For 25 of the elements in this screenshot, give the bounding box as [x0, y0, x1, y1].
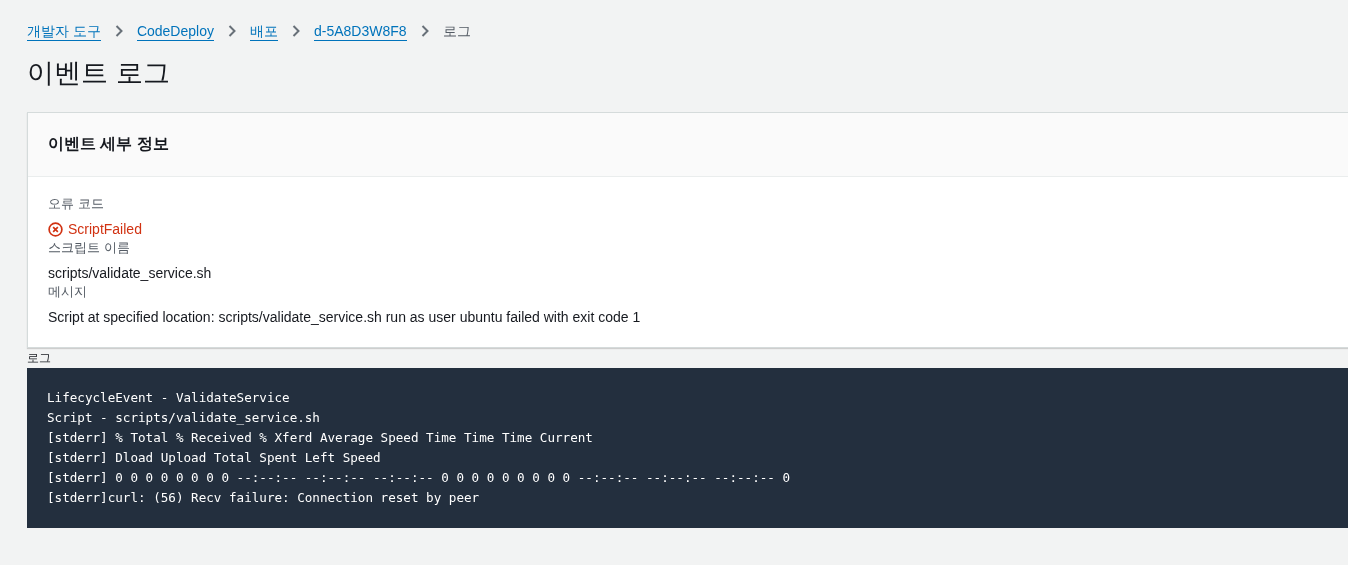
log-line: [stderr] Dload Upload Total Spent Left Speed	[47, 449, 381, 467]
chevron-right-icon	[114, 25, 123, 37]
breadcrumb-link[interactable]: d-5A8D3W8F8	[313, 21, 407, 41]
card-title: 이벤트 세부 정보	[48, 134, 169, 154]
log-label: 로그	[27, 350, 52, 367]
breadcrumb-link[interactable]: 배포	[249, 21, 278, 41]
log-line: Script - scripts/validate_service.sh	[47, 409, 320, 427]
field-label: 오류 코드	[48, 195, 105, 213]
log-line: LifecycleEvent - ValidateService	[47, 389, 290, 407]
log-line: [stderr] 0 0 0 0 0 0 0 0 --:--:-- --:--:-- --:--:-- 0 0 0 0 0 0 0 0 0 --:--:-- --:--:-- --:--:-- 0	[47, 469, 791, 487]
error-code: ScriptFailed	[68, 220, 142, 239]
breadcrumb-link[interactable]: 개발자 도구	[27, 21, 101, 41]
log-line: [stderr]curl: (56) Recv failure: Connection reset by peer	[47, 489, 480, 507]
field-value: scripts/validate_service.sh	[48, 264, 213, 283]
log-line: [stderr] % Total % Received % Xferd Average Speed Time Time Time Current	[47, 429, 593, 447]
breadcrumb-link[interactable]: CodeDeploy	[136, 21, 214, 41]
field-value: Script at specified location: scripts/validate_service.sh run as user ubuntu failed with exit code 1	[48, 308, 642, 327]
chevron-right-icon	[227, 25, 236, 37]
field-label: 메시지	[48, 283, 88, 301]
page-title: 이벤트 로그	[27, 57, 171, 90]
breadcrumb-current: 로그	[442, 22, 471, 40]
chevron-right-icon	[291, 25, 300, 37]
error-icon	[48, 221, 63, 237]
field-label: 스크립트 이름	[48, 239, 131, 257]
chevron-right-icon	[420, 25, 429, 37]
